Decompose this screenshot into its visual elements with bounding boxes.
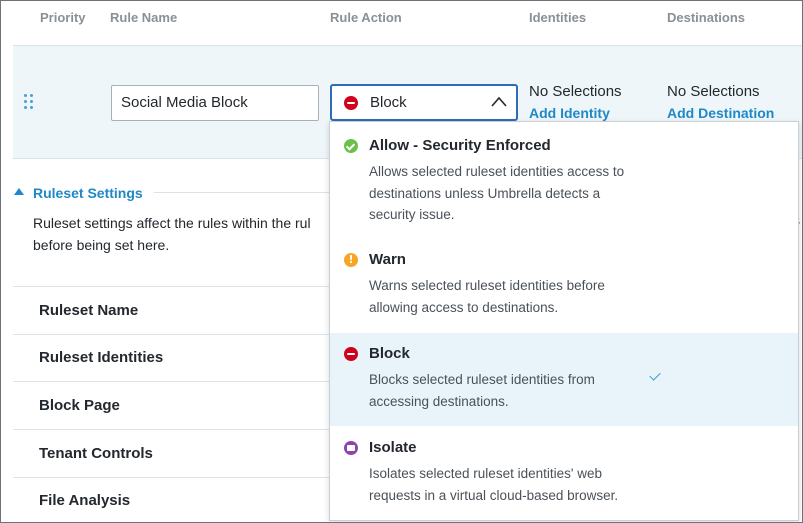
dropdown-option-allow[interactable]: Allow - Security Enforced Allows selecte… [330, 122, 798, 236]
block-icon [344, 347, 358, 361]
checkmark-icon [649, 369, 661, 381]
rule-name-input[interactable]: Social Media Block [111, 85, 319, 121]
description-line: accessing destinations. [369, 393, 509, 409]
description-line: Warns selected ruleset identities before [369, 278, 605, 293]
divider [13, 429, 333, 430]
description-line: allowing access to destinations. [369, 299, 559, 315]
add-destination-link[interactable]: Add Destination [667, 105, 774, 121]
identities-value: No Selections [529, 83, 622, 100]
ruleset-settings-toggle[interactable]: Ruleset Settings [33, 185, 143, 201]
block-icon [344, 96, 358, 110]
add-identity-link[interactable]: Add Identity [529, 105, 610, 121]
chevron-up-icon [491, 96, 507, 107]
option-description: Blocks selected ruleset identities from … [369, 369, 595, 412]
settings-item-ruleset-name[interactable]: Ruleset Name [39, 302, 138, 319]
divider [13, 286, 333, 287]
divider [13, 381, 333, 382]
option-description: Warns selected ruleset identities before… [369, 275, 605, 318]
settings-item-tenant-controls[interactable]: Tenant Controls [39, 445, 153, 462]
option-description: Allows selected ruleset identities acces… [369, 161, 624, 226]
column-header-priority[interactable]: Priority [40, 10, 86, 25]
settings-item-block-page[interactable]: Block Page [39, 397, 120, 414]
settings-item-ruleset-identities[interactable]: Ruleset Identities [39, 349, 163, 366]
option-title: Allow - Security Enforced [369, 137, 551, 154]
description-line: security issue. [369, 207, 455, 222]
ruleset-editor: Priority Rule Name Rule Action Identitie… [0, 0, 803, 523]
description-line-2: before being set here. [33, 237, 170, 253]
destinations-value: No Selections [667, 83, 760, 100]
description-line: Blocks selected ruleset identities from [369, 372, 595, 387]
option-description: Isolates selected ruleset identities' we… [369, 463, 618, 506]
option-title: Warn [369, 251, 406, 268]
isolate-icon [344, 441, 358, 455]
column-header-identities[interactable]: Identities [529, 10, 586, 25]
column-header-destinations[interactable]: Destinations [667, 10, 745, 25]
warn-icon [344, 253, 358, 267]
rule-action-select[interactable]: Block [330, 84, 518, 121]
drag-handle-icon[interactable] [23, 93, 35, 111]
dropdown-option-block[interactable]: Block Blocks selected ruleset identities… [330, 333, 798, 426]
divider [13, 334, 333, 335]
description-line: Isolates selected ruleset identities' we… [369, 466, 602, 481]
divider [154, 192, 329, 193]
description-line: destinations unless Umbrella detects a [369, 185, 601, 201]
option-title: Block [369, 345, 410, 362]
rule-action-selected-value: Block [370, 94, 407, 111]
option-title: Isolate [369, 439, 417, 456]
ruleset-settings-description: Ruleset settings affect the rules within… [33, 212, 333, 256]
description-line: Allows selected ruleset identities acces… [369, 164, 625, 179]
description-line-1: Ruleset settings affect the rules within… [33, 215, 311, 231]
rule-action-dropdown-menu: Allow - Security Enforced Allows selecte… [329, 121, 799, 521]
allow-icon [344, 139, 358, 153]
dropdown-option-warn[interactable]: Warn Warns selected ruleset identities b… [330, 236, 798, 333]
description-line: requests in a virtual cloud-based browse… [369, 487, 619, 503]
settings-item-file-analysis[interactable]: File Analysis [39, 492, 130, 509]
column-header-rule-action[interactable]: Rule Action [330, 10, 402, 25]
divider [13, 477, 333, 478]
dropdown-option-isolate[interactable]: Isolate Isolates selected ruleset identi… [330, 426, 798, 520]
column-header-rule-name[interactable]: Rule Name [110, 10, 177, 25]
